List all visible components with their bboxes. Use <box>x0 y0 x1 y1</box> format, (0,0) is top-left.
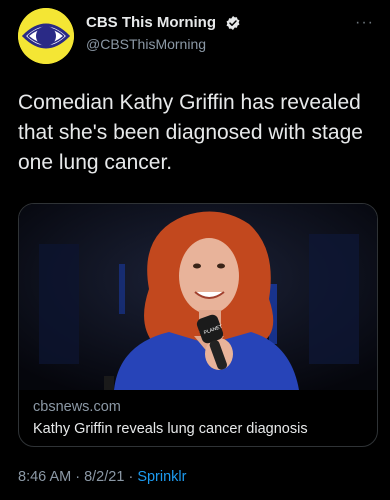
avatar[interactable] <box>18 8 74 64</box>
meta-separator: · <box>71 469 85 485</box>
card-title[interactable]: Kathy Griffin reveals lung cancer diagno… <box>33 419 367 439</box>
tweet-header: CBS This Morning @CBSThisMorning ··· <box>18 8 378 68</box>
card-info: cbsnews.com Kathy Griffin reveals lung c… <box>33 398 367 439</box>
verified-badge-icon <box>225 15 241 31</box>
account-names: CBS This Morning @CBSThisMorning <box>86 14 241 52</box>
meta-separator: · <box>124 469 138 485</box>
display-name[interactable]: CBS This Morning <box>86 14 216 31</box>
card-image[interactable]: PLANET <box>19 204 377 390</box>
tweet-time[interactable]: 8:46 AM <box>18 469 71 485</box>
link-card[interactable]: PLANET cbsnews.com Kathy Griffin reveals… <box>18 203 378 447</box>
tweet-meta: 8:46 AM · 8/2/21 · Sprinklr <box>18 469 186 485</box>
kathy-griffin-photo-icon: PLANET <box>19 204 377 390</box>
cbs-eye-logo-icon <box>18 8 74 64</box>
tweet-date[interactable]: 8/2/21 <box>84 469 124 485</box>
tweet-text: Comedian Kathy Griffin has revealed that… <box>18 91 363 174</box>
more-options-icon[interactable]: ··· <box>355 15 374 31</box>
card-domain: cbsnews.com <box>33 399 121 415</box>
tweet-source-link[interactable]: Sprinklr <box>137 469 186 485</box>
tweet[interactable]: CBS This Morning @CBSThisMorning ··· Com… <box>0 0 390 500</box>
handle[interactable]: @CBSThisMorning <box>86 36 241 52</box>
